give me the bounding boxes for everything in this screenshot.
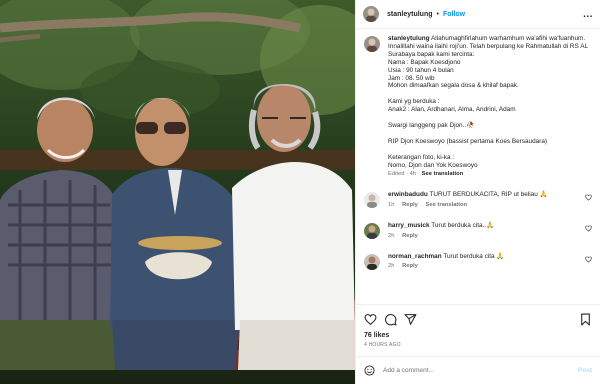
post-actions: 76 likes 4 HOURS AGO [356,304,600,348]
caption-username[interactable]: stanleytulung [388,35,430,42]
caption-block: stanleytulung Allahumaghfirlahum warhamh… [364,35,592,179]
post-time: 4 HOURS AGO [364,342,401,348]
comment-username[interactable]: erwinbadudu [388,191,428,198]
add-comment-bar: Post [356,356,600,384]
save-icon[interactable] [579,313,592,326]
comment-list: erwinbadudu TURUT BERDUKACITA, RIP ut be… [364,191,592,271]
comment-icon[interactable] [384,313,397,326]
avatar[interactable] [364,222,380,239]
comment-time: 2h [388,232,395,239]
comment-body: norman_rachman Turut berduka cita 🙏 2h R… [388,253,581,272]
share-icon[interactable] [404,313,417,326]
comments-scroll-area[interactable]: stanleytulung Allahumaghfirlahum warhamh… [356,29,600,304]
avatar[interactable] [364,36,380,52]
comment-username[interactable]: norman_rachman [388,253,442,260]
heart-icon[interactable] [585,256,592,263]
heart-icon[interactable] [585,194,592,201]
see-translation-link[interactable]: See translation [426,202,468,208]
post-header: stanleytulung • Follow ... [356,0,600,29]
comment-time: 1h [388,202,395,209]
caption: stanleytulung Allahumaghfirlahum warhamh… [388,35,592,179]
avatar[interactable] [363,6,379,22]
caption-meta: Edited · 4h See translation [388,171,592,179]
comment-body: erwinbadudu TURUT BERDUKACITA, RIP ut be… [388,191,581,210]
post-button[interactable]: Post [578,367,592,374]
avatar[interactable] [364,253,380,270]
comment: erwinbadudu TURUT BERDUKACITA, RIP ut be… [364,191,592,210]
reply-button[interactable]: Reply [402,233,418,239]
comment-text: Turut berduka cita..🙏 [431,221,495,229]
separator-dot: • [436,10,439,18]
edited-label: Edited · 4h [388,171,417,178]
comment-meta: 2h Reply [388,233,581,241]
follow-button[interactable]: Follow [443,11,465,18]
reply-button[interactable]: Reply [402,263,418,269]
caption-text: Allahumaghfirlahum warhamhum wa'afihi wa… [388,35,588,169]
comment-username[interactable]: harry_musick [388,222,430,229]
comment-text: TURUT BERDUKACITA, RIP ut beliau 🙏 [429,191,548,199]
like-count[interactable]: 76 likes [364,332,592,339]
emoji-icon[interactable] [364,365,375,376]
instagram-post-dialog: stanleytulung • Follow ... stanleytulung… [0,0,600,384]
reply-button[interactable]: Reply [402,202,418,208]
comment-meta: 1h Reply See translation [388,202,581,210]
post-photo[interactable] [0,0,355,384]
post-username[interactable]: stanleytulung [387,11,433,18]
more-icon[interactable]: ... [583,9,593,20]
comment: harry_musick Turut berduka cita..🙏 2h Re… [364,222,592,241]
heart-icon[interactable] [585,225,592,232]
avatar[interactable] [364,192,380,209]
comment-time: 2h [388,263,395,270]
photo-illustration [0,0,355,384]
comment-meta: 2h Reply [388,263,581,271]
see-translation-link[interactable]: See translation [422,171,464,177]
post-side-panel: stanleytulung • Follow ... stanleytulung… [355,0,600,384]
comment-input[interactable] [383,367,578,374]
heart-icon[interactable] [364,313,377,326]
comment-body: harry_musick Turut berduka cita..🙏 2h Re… [388,222,581,241]
comment-text: Turut berduka cita 🙏 [443,252,505,260]
comment: norman_rachman Turut berduka cita 🙏 2h R… [364,253,592,272]
action-icons [364,311,592,327]
